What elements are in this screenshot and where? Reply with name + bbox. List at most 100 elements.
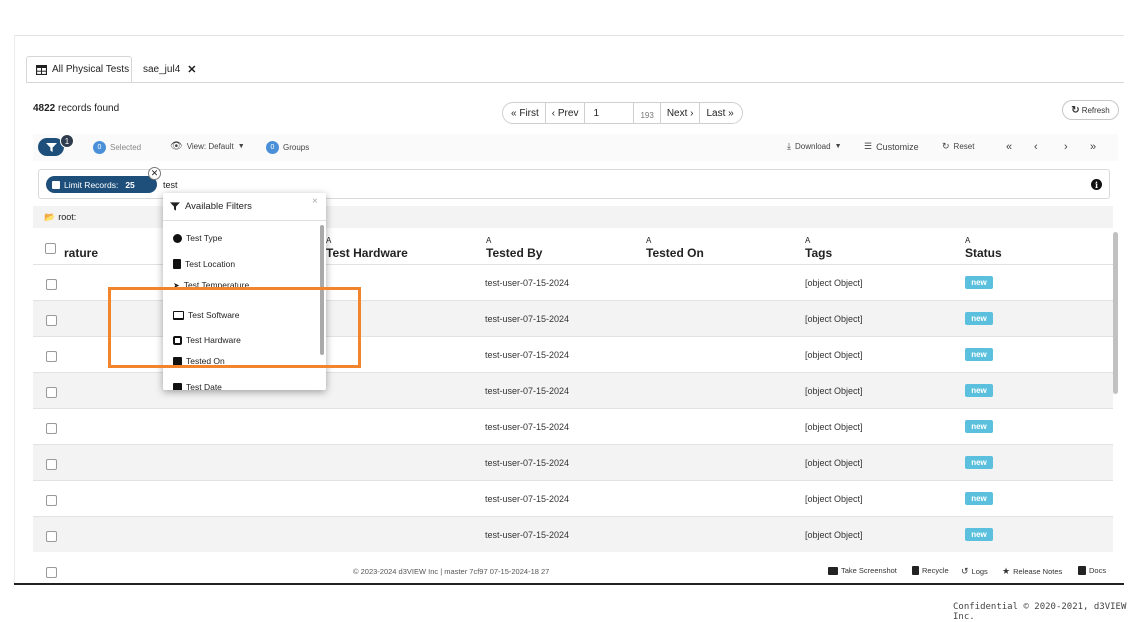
download-label: Download xyxy=(794,142,831,151)
status-badge: new xyxy=(965,348,993,361)
refresh-button[interactable]: ↻ Refresh xyxy=(1062,100,1119,120)
reset-label: Reset xyxy=(953,142,975,151)
scroll-first-icon[interactable]: « xyxy=(1006,141,1012,153)
first-page-button[interactable]: « First xyxy=(502,102,546,124)
star-icon: ★ xyxy=(1002,566,1011,576)
row-checkbox[interactable] xyxy=(46,459,57,470)
cell-tags: [object Object] xyxy=(805,386,863,396)
column-header-tested-on[interactable]: A Tested On xyxy=(646,236,704,260)
records-number: 4822 xyxy=(33,103,56,114)
groups-label: Groups xyxy=(283,143,310,152)
row-checkbox[interactable] xyxy=(46,495,57,506)
scroll-last-icon[interactable]: » xyxy=(1090,141,1096,153)
sliders-icon: ☰ xyxy=(864,141,873,151)
status-badge: new xyxy=(965,276,993,289)
tab-divider xyxy=(26,82,1124,83)
cell-tags: [object Object] xyxy=(805,350,863,360)
calendar-icon xyxy=(173,382,182,390)
take-screenshot-button[interactable]: Take Screenshot xyxy=(828,566,897,575)
building-icon xyxy=(173,259,181,269)
records-suffix: records found xyxy=(58,103,120,114)
last-page-button[interactable]: Last » xyxy=(699,102,743,124)
scroll-prev-icon[interactable]: ‹ xyxy=(1034,141,1038,153)
column-header-tested-by[interactable]: A Tested By xyxy=(486,236,542,260)
column-header-status[interactable]: A Status xyxy=(965,236,1002,260)
row-checkbox[interactable] xyxy=(46,423,57,434)
cell-tags: [object Object] xyxy=(805,314,863,324)
page-number-input[interactable]: 1 xyxy=(584,102,635,124)
reset-button[interactable]: ↻ Reset xyxy=(942,141,974,152)
row-checkbox[interactable] xyxy=(46,387,57,398)
caret-down-icon: ▼ xyxy=(834,143,842,150)
frame-top-border xyxy=(14,35,1124,36)
cell-tested-by: test-user-07-15-2024 xyxy=(485,530,570,540)
table-scrollbar-thumb[interactable] xyxy=(1113,232,1118,394)
select-all-checkbox[interactable] xyxy=(45,243,56,254)
next-page-button[interactable]: Next › xyxy=(659,102,701,124)
status-badge: new xyxy=(965,420,993,433)
docs-button[interactable]: Docs xyxy=(1078,566,1106,575)
filter-option-test-location[interactable]: Test Location xyxy=(173,257,235,271)
footer-checkbox[interactable] xyxy=(46,567,57,578)
checkbox-icon xyxy=(52,180,60,189)
tab-label: All Physical Tests xyxy=(52,64,130,75)
release-notes-button[interactable]: ★ Release Notes xyxy=(1002,566,1062,577)
customize-button[interactable]: ☰ Customize xyxy=(864,141,919,152)
download-icon: ⤓ xyxy=(787,141,791,151)
records-count: 4822 records found xyxy=(33,103,119,114)
selected-label: Selected xyxy=(110,143,142,152)
logs-button[interactable]: ↺ Logs xyxy=(961,566,988,577)
prev-page-button[interactable]: ‹ Prev xyxy=(544,102,586,124)
total-pages: 193 xyxy=(633,102,661,124)
row-checkbox[interactable] xyxy=(46,351,57,362)
column-header-tags[interactable]: A Tags xyxy=(805,236,832,260)
recycle-button[interactable]: Recycle xyxy=(912,566,949,575)
cell-tested-by: test-user-07-15-2024 xyxy=(485,422,570,432)
status-badge: new xyxy=(965,492,993,505)
cell-tested-by: test-user-07-15-2024 xyxy=(485,386,570,396)
cell-tags: [object Object] xyxy=(805,494,863,504)
view-dropdown[interactable]: 👁 View: Default ▼ xyxy=(170,141,245,152)
status-badge: new xyxy=(965,312,993,325)
pagination: « First ‹ Prev 1 193 Next › Last » xyxy=(502,102,743,124)
dropdown-header: Available Filters xyxy=(163,193,326,221)
column-header-temperature[interactable]: rature xyxy=(64,236,98,260)
close-icon[interactable]: ✕ xyxy=(148,167,161,180)
cell-tags: [object Object] xyxy=(805,278,863,288)
limit-records-chip[interactable]: Limit Records: 25 xyxy=(46,176,157,193)
table-row[interactable]: test-user-07-15-2024 [object Object] new xyxy=(33,480,1113,516)
cell-tested-by: test-user-07-15-2024 xyxy=(485,278,570,288)
scroll-next-icon[interactable]: › xyxy=(1064,141,1068,153)
row-checkbox[interactable] xyxy=(46,279,57,290)
table-row[interactable]: test-user-07-15-2024 [object Object] new xyxy=(33,516,1113,552)
row-checkbox[interactable] xyxy=(46,531,57,542)
limit-value: 25 xyxy=(125,179,135,190)
filter-option-test-date[interactable]: Test Date xyxy=(173,380,222,390)
close-tab-icon[interactable]: ✕ xyxy=(187,63,196,76)
filter-count-badge: 1 xyxy=(60,134,74,148)
folder-label: root: xyxy=(58,212,77,222)
status-badge: new xyxy=(965,384,993,397)
dropdown-title: Available Filters xyxy=(185,201,252,212)
reset-icon: ↻ xyxy=(942,141,950,151)
groups-button[interactable]: 0 Groups xyxy=(266,141,309,154)
column-header-test-hardware[interactable]: A Test Hardware xyxy=(326,236,408,260)
folder-icon: 📂 xyxy=(44,211,56,222)
table-row[interactable]: test-user-07-15-2024 [object Object] new xyxy=(33,408,1113,444)
tab-sae-jul4[interactable]: sae_jul4 ✕ xyxy=(143,56,196,82)
row-checkbox[interactable] xyxy=(46,315,57,326)
table-icon xyxy=(36,64,47,75)
cell-tested-by: test-user-07-15-2024 xyxy=(485,458,570,468)
tab-label: sae_jul4 xyxy=(143,63,181,75)
table-row[interactable]: test-user-07-15-2024 [object Object] new xyxy=(33,444,1113,480)
footer-copyright: © 2023-2024 d3VIEW Inc | master 7cf97 07… xyxy=(353,567,550,576)
download-button[interactable]: ⤓ Download ▼ xyxy=(787,141,842,152)
status-badge: new xyxy=(965,528,993,541)
close-icon[interactable]: × xyxy=(312,196,318,207)
info-icon[interactable]: i xyxy=(1091,179,1102,190)
frame-bottom-border xyxy=(14,583,1124,585)
filter-option-test-type[interactable]: Test Type xyxy=(173,231,222,245)
search-query: test xyxy=(163,180,178,190)
tab-all-physical-tests[interactable]: All Physical Tests xyxy=(26,56,132,82)
highlight-box xyxy=(108,287,361,368)
